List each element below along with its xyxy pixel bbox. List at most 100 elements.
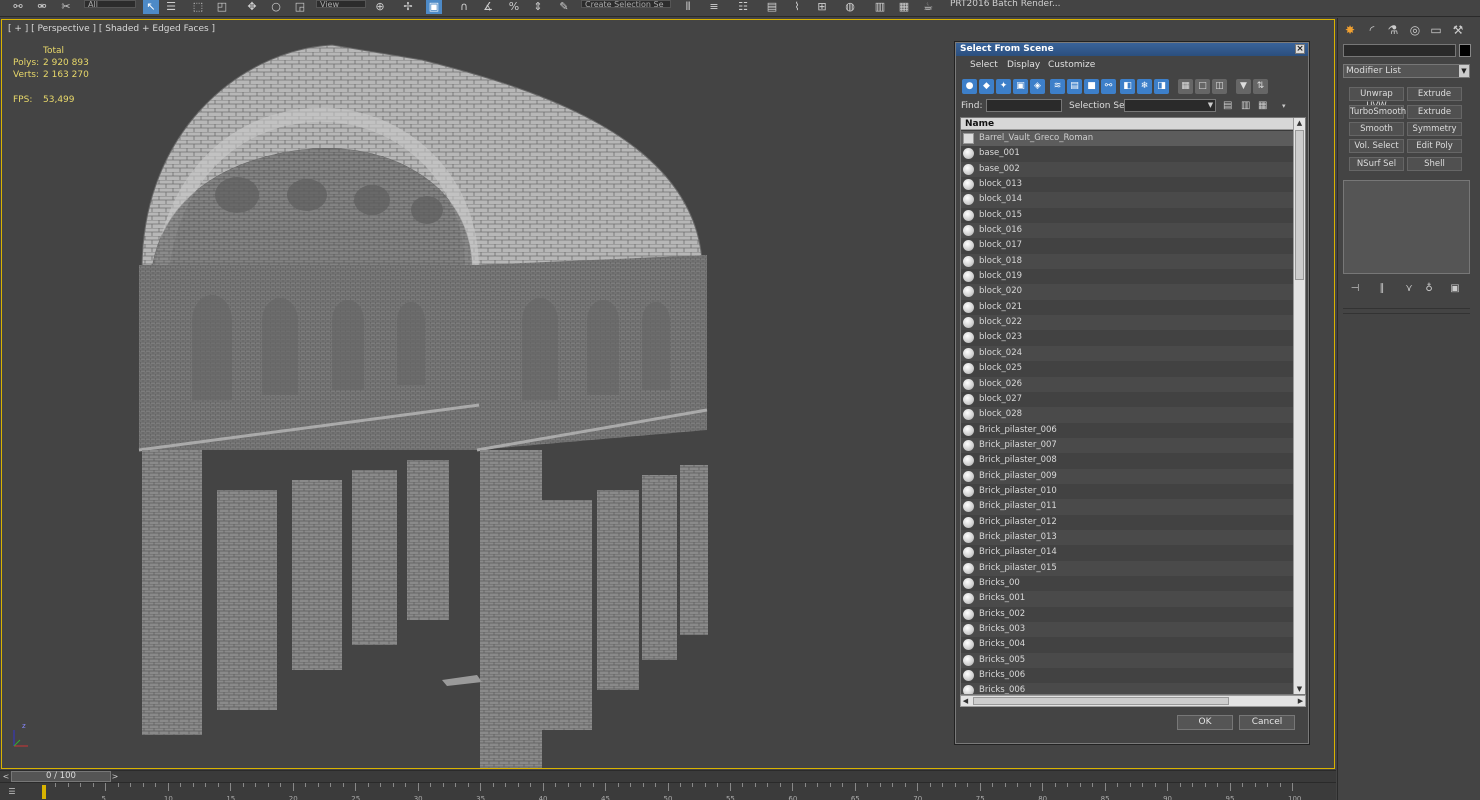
display-geometry-icon[interactable]: ● (962, 79, 977, 94)
list-item[interactable]: block_025 (961, 361, 1294, 377)
prt-label[interactable]: PRT2016 (950, 0, 989, 9)
list-item[interactable]: Bricks_001 (961, 591, 1294, 607)
scroll-right-icon[interactable]: ▶ (1296, 696, 1305, 706)
sort-icon[interactable]: ⇅ (1253, 79, 1268, 94)
remove-modifier-icon[interactable]: ♁ (1422, 282, 1436, 296)
delete-selection-set-icon[interactable]: ▦ (1258, 100, 1269, 112)
modify-tab-icon[interactable]: ◜ (1364, 22, 1380, 38)
list-item[interactable]: block_018 (961, 253, 1294, 270)
selection-set-dropdown[interactable]: ▼ (1124, 99, 1216, 112)
modifier-button[interactable]: NSurf Sel (1349, 157, 1404, 171)
window-crossing-icon[interactable]: ◰ (214, 0, 230, 14)
vertical-scroll-thumb[interactable] (1295, 130, 1304, 280)
chevron-down-icon[interactable]: ▼ (1459, 65, 1469, 77)
time-marker[interactable] (42, 785, 46, 799)
selection-filter-dropdown[interactable]: All (84, 0, 136, 8)
modifier-button[interactable]: Vol. Select (1349, 139, 1404, 153)
list-item[interactable]: Brick_pilaster_013 (961, 529, 1294, 546)
horizontal-scrollbar[interactable]: ◀ ▶ (960, 695, 1306, 707)
make-unique-icon[interactable]: ⋎ (1402, 282, 1416, 296)
display-hidden-icon[interactable]: ◨ (1154, 79, 1169, 94)
pin-stack-icon[interactable]: ⊣ (1348, 282, 1362, 296)
find-input[interactable] (986, 99, 1062, 112)
display-groups-icon[interactable]: ▤ (1067, 79, 1082, 94)
list-item[interactable]: base_002 (961, 161, 1294, 178)
list-item[interactable]: block_023 (961, 330, 1294, 346)
more-options-icon[interactable]: ▾ (1282, 100, 1293, 112)
display-helpers-icon[interactable]: ◈ (1030, 79, 1045, 94)
list-item[interactable]: Brick_pilaster_015 (961, 560, 1294, 576)
angle-snap-icon[interactable]: ∡ (480, 0, 496, 14)
material-editor-icon[interactable]: ◍ (842, 0, 858, 14)
rendered-frame-icon[interactable]: ▦ (896, 0, 912, 14)
name-column-header[interactable]: Name (961, 118, 1294, 130)
dialog-title-bar[interactable]: Select From Scene × (956, 43, 1308, 56)
list-item[interactable]: Barrel_Vault_Greco_Roman (961, 131, 1294, 147)
curve-editor-mini-icon[interactable]: ☰ (4, 786, 20, 797)
menu-customize[interactable]: Customize (1048, 60, 1095, 70)
list-item[interactable]: Bricks_006 (961, 668, 1294, 684)
display-frozen-icon[interactable]: ❄ (1137, 79, 1152, 94)
display-shapes-icon[interactable]: ◆ (979, 79, 994, 94)
filter-icon[interactable]: ▼ (1236, 79, 1251, 94)
motion-tab-icon[interactable]: ◎ (1407, 22, 1423, 38)
display-lights-icon[interactable]: ✦ (996, 79, 1011, 94)
list-item[interactable]: block_013 (961, 177, 1294, 193)
display-containers-icon[interactable]: ◧ (1120, 79, 1135, 94)
schematic-view-icon[interactable]: ⊞ (814, 0, 830, 14)
move-icon[interactable]: ✥ (244, 0, 260, 14)
menu-select[interactable]: Select (970, 60, 998, 70)
list-item[interactable]: block_021 (961, 299, 1294, 316)
next-frame-icon[interactable]: > (110, 771, 120, 782)
modifier-button[interactable]: Symmetry (1407, 122, 1462, 136)
batch-render-button[interactable]: Batch Render... (992, 0, 1061, 9)
list-item[interactable]: Brick_pilaster_006 (961, 422, 1294, 438)
list-item[interactable]: block_019 (961, 269, 1294, 285)
hierarchy-tab-icon[interactable]: ⚗ (1385, 22, 1401, 38)
modifier-button[interactable]: Unwrap UVW (1349, 87, 1404, 111)
mirror-icon[interactable]: ⫴ (680, 0, 696, 14)
list-item[interactable]: block_014 (961, 192, 1294, 208)
time-slider[interactable]: 0 / 100 (11, 771, 111, 782)
display-tab-icon[interactable]: ▭ (1428, 22, 1444, 38)
rect-selection-icon[interactable]: ⬚ (190, 0, 206, 14)
modifier-button[interactable]: Extrude (1407, 87, 1462, 101)
modifier-button[interactable]: Extrude (1407, 105, 1462, 119)
scroll-down-icon[interactable]: ▼ (1295, 684, 1304, 694)
close-icon[interactable]: × (1295, 44, 1305, 54)
show-end-result-icon[interactable]: ∥ (1375, 282, 1389, 296)
list-item[interactable]: block_020 (961, 284, 1294, 300)
graphite-tools-icon[interactable]: ▤ (764, 0, 780, 14)
list-item[interactable]: block_026 (961, 376, 1294, 392)
modifier-button[interactable]: Shell (1407, 157, 1462, 171)
menu-display[interactable]: Display (1007, 60, 1040, 70)
list-item[interactable]: block_027 (961, 391, 1294, 408)
list-item[interactable]: base_001 (961, 146, 1294, 162)
select-object-icon[interactable]: ↖ (143, 0, 159, 14)
horizontal-scroll-thumb[interactable] (973, 697, 1229, 705)
track-bar[interactable]: ☰ 5 10 15 20 25 30 35 40 45 50 55 60 65 70 75 80 85 90 95 1… (0, 782, 1336, 800)
vertical-scrollbar[interactable]: ▲ ▼ (1293, 118, 1305, 694)
display-cameras-icon[interactable]: ▣ (1013, 79, 1028, 94)
previous-frame-icon[interactable]: < (1, 771, 11, 782)
scale-icon[interactable]: ◲ (292, 0, 308, 14)
list-item[interactable]: Brick_pilaster_014 (961, 545, 1294, 561)
edit-selection-set-icon[interactable]: ▥ (1241, 100, 1252, 112)
list-item[interactable]: Brick_pilaster_009 (961, 468, 1294, 484)
list-item[interactable]: Bricks_005 (961, 652, 1294, 669)
percent-snap-icon[interactable]: % (506, 0, 522, 14)
select-manipulate-icon[interactable]: ✢ (400, 0, 416, 14)
named-selection-dropdown[interactable]: Create Selection Se (581, 0, 671, 8)
select-invert-icon[interactable]: ◫ (1212, 79, 1227, 94)
select-by-name-icon[interactable]: ☰ (163, 0, 179, 14)
bind-space-warp-icon[interactable]: ✂ (58, 0, 74, 14)
display-xrefs-icon[interactable]: ■ (1084, 79, 1099, 94)
modifier-stack[interactable] (1343, 180, 1470, 274)
snaps-toggle-icon[interactable]: ∩ (456, 0, 472, 14)
list-item[interactable]: block_015 (961, 207, 1294, 224)
spinner-snap-icon[interactable]: ⇕ (530, 0, 546, 14)
list-item[interactable]: Brick_pilaster_010 (961, 483, 1294, 500)
align-icon[interactable]: ≡ (706, 0, 722, 14)
configure-modifier-sets-icon[interactable]: ▣ (1448, 282, 1462, 296)
list-item[interactable]: block_028 (961, 407, 1294, 423)
